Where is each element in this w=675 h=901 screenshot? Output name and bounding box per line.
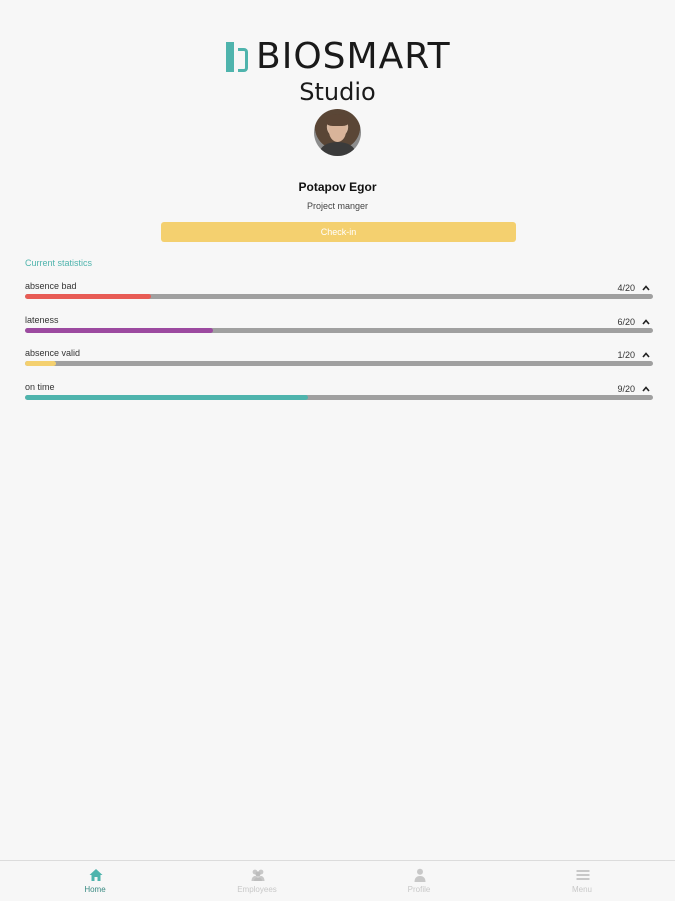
stat-lateness[interactable]: lateness 6/20 [25, 315, 653, 337]
checkin-button[interactable]: Check-in [161, 222, 516, 242]
brand-name: BIOSMART [256, 36, 451, 77]
stat-count: 4/20 [617, 283, 635, 293]
logo-mark-icon [226, 42, 254, 72]
stat-progress-track [25, 294, 653, 299]
stat-label: absence bad [25, 281, 77, 291]
brand-subtitle: Studio [0, 78, 675, 106]
stat-progress-track [25, 361, 653, 366]
nav-label: Home [84, 885, 106, 894]
stat-progress-track [25, 395, 653, 400]
stat-label: absence valid [25, 348, 81, 358]
nav-item-home[interactable]: Home [11, 861, 179, 901]
bottom-navigation: Home Employees Profile Menu [0, 860, 675, 901]
profile-role: Project manger [306, 201, 369, 211]
stat-absence-valid[interactable]: absence valid 1/20 [25, 348, 653, 370]
stat-label: lateness [25, 315, 59, 325]
home-icon [89, 869, 103, 881]
stat-progress-fill [25, 328, 214, 333]
chevron-up-icon[interactable] [641, 284, 651, 292]
brand-logo: BIOSMART Studio [0, 38, 675, 108]
brand-subtitle-text: Studio [299, 78, 376, 106]
nav-label: Menu [571, 885, 592, 894]
stat-label: on time [25, 382, 55, 392]
nav-label: Employees [237, 885, 277, 894]
stat-progress-fill [25, 294, 151, 299]
profile-name: Potapov Egor [298, 180, 377, 194]
statistics-title: Current statistics [25, 258, 93, 268]
stat-count: 1/20 [617, 350, 635, 360]
stat-progress-fill [25, 361, 57, 366]
menu-icon [576, 870, 590, 880]
nav-item-menu[interactable]: Menu [498, 861, 666, 901]
stat-progress-fill [25, 395, 308, 400]
chevron-up-icon[interactable] [641, 318, 651, 326]
nav-label: Profile [407, 885, 431, 894]
stat-count: 6/20 [617, 317, 635, 327]
nav-item-employees[interactable]: Employees [173, 861, 341, 901]
profile-icon [414, 868, 426, 882]
stat-on-time[interactable]: on time 9/20 [25, 382, 653, 404]
stat-count: 9/20 [617, 384, 635, 394]
stat-absence-bad[interactable]: absence bad 4/20 [25, 281, 653, 303]
nav-item-profile[interactable]: Profile [335, 861, 503, 901]
chevron-up-icon[interactable] [641, 385, 651, 393]
chevron-up-icon[interactable] [641, 351, 651, 359]
avatar [314, 109, 361, 156]
stat-progress-track [25, 328, 653, 333]
employees-icon [251, 869, 265, 881]
